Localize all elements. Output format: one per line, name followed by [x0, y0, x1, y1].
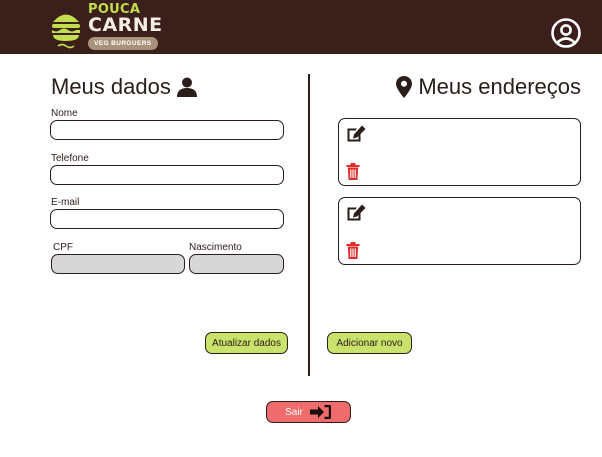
- cpf-label: CPF: [53, 242, 73, 253]
- trash-icon[interactable]: [346, 242, 360, 259]
- brand-logo[interactable]: POUCA CARNE VEG BURGUERS: [50, 2, 162, 52]
- cpf-field: [51, 254, 185, 274]
- name-field[interactable]: [50, 120, 284, 140]
- email-label: E-mail: [51, 197, 80, 208]
- section-divider: [308, 74, 310, 376]
- logout-label: Sair: [285, 406, 303, 418]
- logout-button[interactable]: Sair: [266, 401, 351, 423]
- map-marker-icon: [396, 76, 413, 98]
- name-label: Nome: [51, 108, 78, 119]
- burger-logo-icon: [52, 14, 80, 49]
- profile-title-text: Meus dados: [51, 74, 171, 99]
- addresses-title-text: Meus endereços: [418, 74, 581, 99]
- profile-section-title: Meus dados: [51, 74, 197, 100]
- birthdate-label: Nascimento: [189, 242, 242, 253]
- user-circle-icon[interactable]: [550, 17, 582, 49]
- logo-tagline: VEG BURGUERS: [88, 37, 158, 50]
- update-data-button[interactable]: Atualizar dados: [205, 332, 288, 354]
- top-navbar: POUCA CARNE VEG BURGUERS: [0, 0, 602, 54]
- phone-label: Telefone: [51, 153, 89, 164]
- logo-text-carne: CARNE: [88, 14, 163, 36]
- birthdate-field: [189, 254, 284, 274]
- phone-field[interactable]: [50, 165, 284, 185]
- address-card: [338, 197, 581, 265]
- add-address-button[interactable]: Adicionar novo: [327, 332, 412, 354]
- addresses-section-title: Meus endereços: [396, 74, 581, 100]
- email-field[interactable]: [50, 209, 284, 229]
- edit-icon[interactable]: [346, 204, 366, 222]
- sign-in-icon: [309, 405, 331, 419]
- address-card: [338, 118, 581, 186]
- trash-icon[interactable]: [346, 163, 360, 180]
- user-icon: [176, 77, 197, 97]
- edit-icon[interactable]: [346, 125, 366, 143]
